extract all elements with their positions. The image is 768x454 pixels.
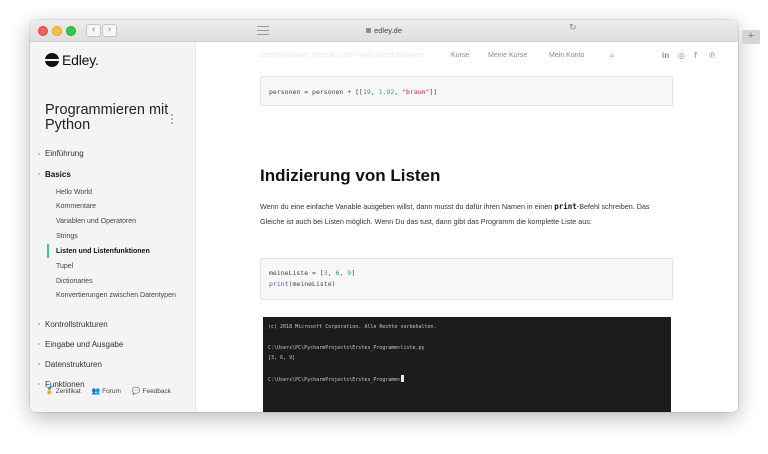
edley-logo[interactable]: Edley. — [45, 52, 99, 68]
zoom-window-button[interactable] — [66, 26, 76, 36]
terminal-line: C:\Users\PC\PycharmProjects\Erstes_Progr… — [268, 345, 425, 351]
nav-hello-world[interactable]: Hello World — [56, 188, 92, 197]
terminal-prompt-line: C:\Users\PC\PycharmProjects\Erstes_Progr… — [268, 375, 405, 383]
edley-logo-icon — [45, 53, 59, 67]
bullet-icon — [38, 323, 40, 325]
bullet-icon — [38, 343, 40, 345]
minimize-window-button[interactable] — [52, 26, 62, 36]
nav-variablen[interactable]: Variablen und Operatoren — [56, 217, 136, 226]
bullet-icon — [38, 363, 40, 365]
nav-link-kurse[interactable]: Kurse — [451, 52, 469, 59]
zertifikat-link[interactable]: Zertifikat — [56, 388, 81, 395]
sidebar-footer: 🏅 Zertifikat 👥 Forum 💬 Feedback — [45, 387, 171, 395]
code-line: print(meineListe) — [269, 280, 336, 288]
code-line: meineListe = [3, 6, 9] — [269, 269, 356, 277]
nav-basics[interactable]: Basics — [45, 170, 71, 179]
pinterest-icon[interactable]: ℗ — [708, 51, 716, 60]
close-window-button[interactable] — [38, 26, 48, 36]
nav-listen[interactable]: Listen und Listenfunktionen — [56, 247, 150, 256]
web-page: Edley. Programmieren mit Python Einführu… — [30, 42, 738, 412]
feedback-link[interactable]: Feedback — [142, 388, 171, 395]
bullet-icon — [38, 383, 40, 385]
active-indicator — [47, 244, 49, 258]
bullet-icon — [38, 173, 40, 175]
back-button[interactable]: ‹ — [86, 24, 101, 37]
forum-icon: 👥 — [91, 388, 101, 395]
reader-sidebar-icon[interactable] — [257, 26, 269, 35]
terminal-screenshot: (c) 2018 Microsoft Corporation. Alle Rec… — [263, 317, 671, 412]
address-text: edley.de — [374, 26, 402, 35]
feedback-icon: 💬 — [131, 388, 141, 395]
nav-kontrollstrukturen[interactable]: Kontrollstrukturen — [45, 320, 108, 329]
forum-link[interactable]: Forum — [102, 388, 121, 395]
terminal-line: (c) 2018 Microsoft Corporation. Alle Rec… — [268, 324, 437, 330]
code-block-personen: personen = personen + [[19, 1.92, "braun… — [260, 76, 673, 106]
nav-dictionaries[interactable]: Dictionaries — [56, 277, 93, 286]
nav-kommentare[interactable]: Kommentare — [56, 202, 96, 211]
course-title: Programmieren mit Python — [45, 102, 169, 133]
new-tab-button[interactable]: + — [742, 30, 760, 44]
nav-strings[interactable]: Strings — [56, 232, 78, 241]
browser-window: ‹ › edley.de ↻ Edley. Programmieren mit … — [30, 20, 738, 412]
nav-datenstrukturen[interactable]: Datenstrukturen — [45, 360, 102, 369]
more-options-icon[interactable] — [171, 114, 174, 126]
nav-tupel[interactable]: Tupel — [56, 262, 73, 271]
search-icon[interactable]: ⌕ — [610, 51, 614, 61]
browser-titlebar: ‹ › edley.de ↻ — [30, 20, 738, 42]
site-header: Listenfunktionen gezeigt. Listen und Lis… — [196, 42, 738, 72]
section-heading: Indizierung von Listen — [260, 166, 441, 185]
course-sidebar: Edley. Programmieren mit Python Einführu… — [30, 42, 196, 412]
lock-icon — [366, 27, 372, 33]
edley-logo-text: Edley. — [62, 52, 99, 68]
bullet-icon — [38, 153, 40, 155]
terminal-line: [3, 6, 9] — [268, 355, 296, 361]
forward-button[interactable]: › — [102, 24, 117, 37]
nav-konvertierungen[interactable]: Konvertierungen zwischen Datentypen — [56, 291, 181, 300]
nav-einfuehrung[interactable]: Einführung — [45, 149, 84, 158]
faded-breadcrumb-text: Listenfunktionen gezeigt. Listen und Lis… — [259, 52, 424, 59]
facebook-icon[interactable]: f — [694, 51, 697, 60]
nav-link-mein-konto[interactable]: Mein Konto — [549, 52, 584, 59]
code-line: personen = personen + [[19, 1.92, "braun… — [269, 88, 438, 96]
linkedin-icon[interactable]: in — [662, 51, 669, 60]
reload-icon[interactable]: ↻ — [569, 23, 577, 33]
nav-link-meine-kurse[interactable]: Meine Kurse — [488, 52, 527, 59]
nav-eingabe-ausgabe[interactable]: Eingabe und Ausgabe — [45, 340, 123, 349]
instagram-icon[interactable]: ◎ — [678, 51, 685, 60]
certificate-icon: 🏅 — [45, 388, 54, 395]
terminal-cursor — [401, 375, 405, 382]
body-paragraph: Wenn du eine einfache Variable ausgeben … — [260, 202, 650, 226]
address-bar[interactable]: edley.de — [269, 24, 499, 38]
code-block-meineliste: meineListe = [3, 6, 9] print(meineListe) — [260, 258, 673, 300]
